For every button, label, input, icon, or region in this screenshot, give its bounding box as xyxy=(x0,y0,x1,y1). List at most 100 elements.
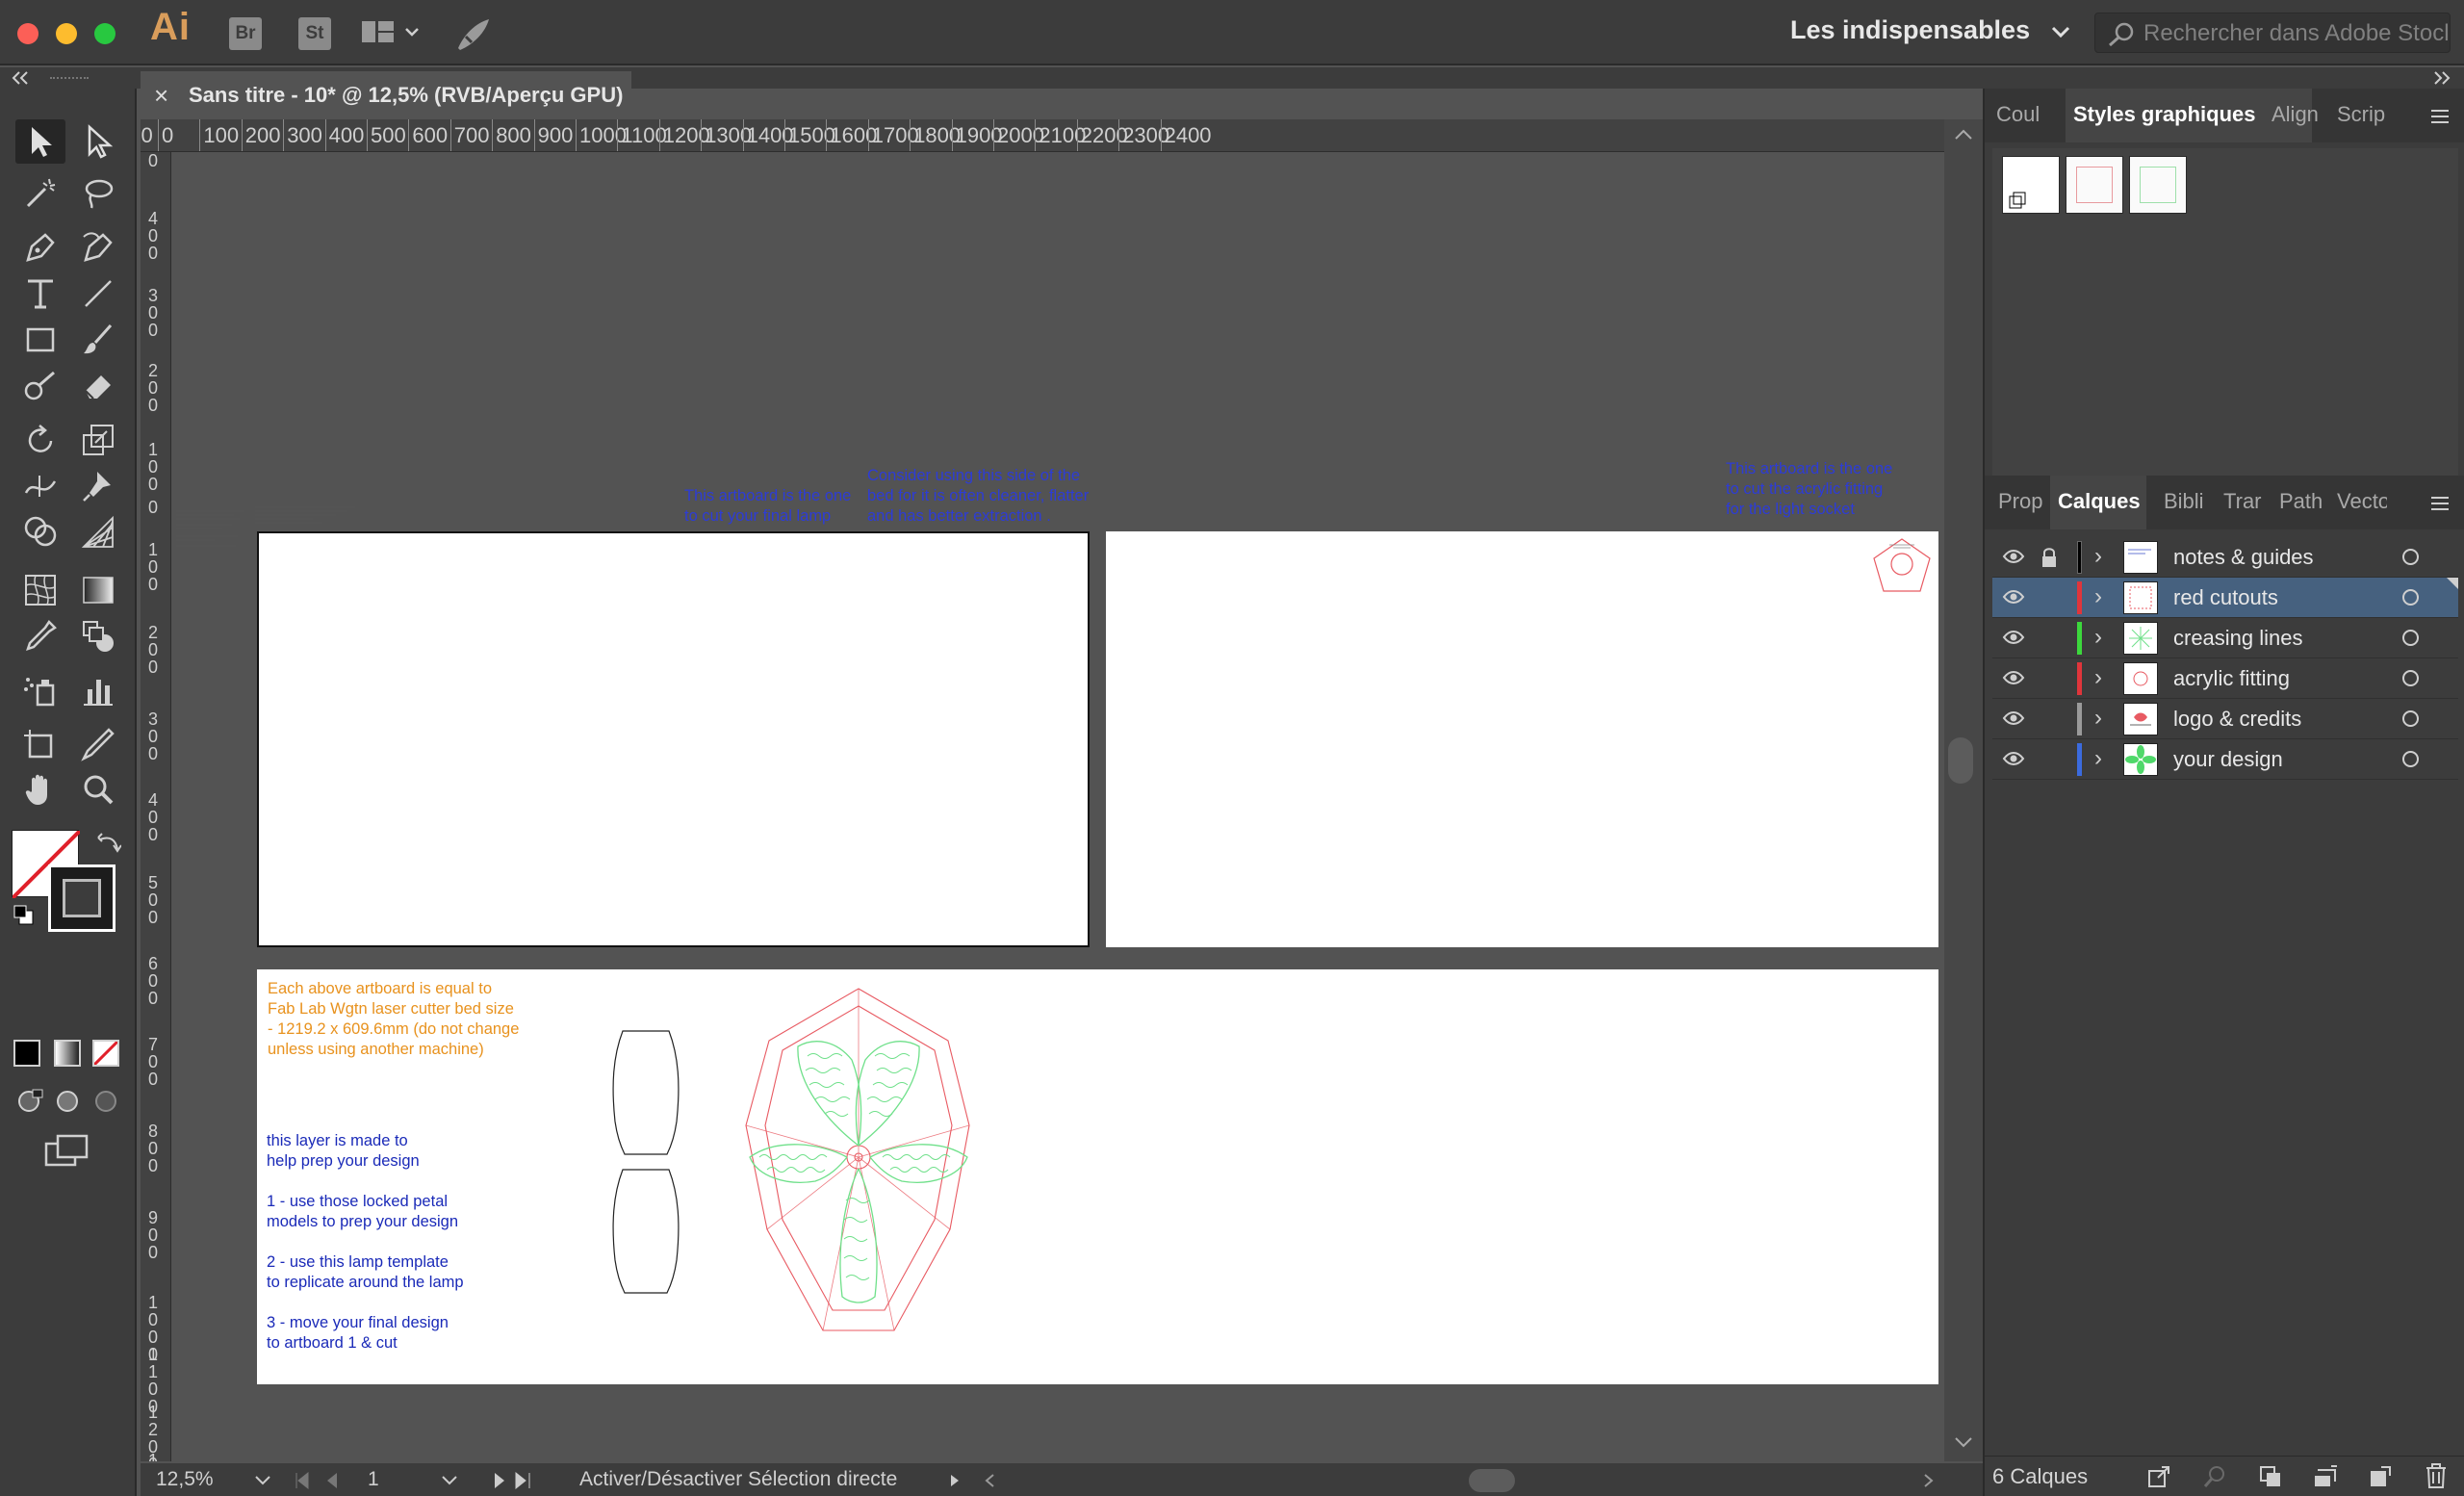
layer-row-logo-credits[interactable]: › logo & credits xyxy=(1992,699,2458,739)
scroll-thumb[interactable] xyxy=(1948,737,1973,784)
tab-calques[interactable]: Calques xyxy=(2058,489,2141,514)
layer-name[interactable]: creasing lines xyxy=(2173,626,2303,651)
hand-tool[interactable] xyxy=(15,768,65,812)
collapse-right-icon[interactable] xyxy=(2431,71,2451,85)
artboard-1[interactable] xyxy=(257,531,1090,947)
zoom-level[interactable]: 12,5% xyxy=(156,1468,214,1491)
symbol-sprayer-tool[interactable] xyxy=(15,668,65,712)
perspective-grid-tool[interactable] xyxy=(73,510,123,555)
zoom-tool[interactable] xyxy=(73,768,123,812)
scale-tool[interactable] xyxy=(73,418,123,462)
expand-chevron-icon[interactable]: › xyxy=(2094,624,2102,651)
layer-target-circle[interactable] xyxy=(2402,549,2419,565)
vertical-scrollbar[interactable] xyxy=(1944,119,1983,1461)
visibility-eye-icon[interactable] xyxy=(2002,547,2025,566)
slice-tool[interactable] xyxy=(73,722,123,766)
workspace-switcher[interactable]: Les indispensables xyxy=(1790,15,2070,45)
search-input[interactable] xyxy=(2143,19,2448,48)
next-last-artboard-icons[interactable] xyxy=(489,1471,537,1490)
rectangle-tool[interactable] xyxy=(15,318,65,362)
none-mode-button[interactable] xyxy=(92,1040,119,1067)
tab-vectorisation[interactable]: Vecto xyxy=(2337,489,2387,514)
horizontal-scroll-thumb[interactable] xyxy=(1469,1469,1515,1492)
eraser-tool[interactable] xyxy=(73,364,123,408)
expand-chevron-icon[interactable]: › xyxy=(2094,705,2102,732)
visibility-eye-icon[interactable] xyxy=(2002,749,2025,768)
zoom-dropdown-icon[interactable] xyxy=(254,1475,271,1486)
eyedropper-tool[interactable] xyxy=(15,614,65,658)
artboard-tool[interactable] xyxy=(15,722,65,766)
screen-mode-icon[interactable] xyxy=(44,1134,90,1169)
lock-icon[interactable] xyxy=(2040,547,2058,568)
tab-alignement[interactable]: Align xyxy=(2272,102,2319,127)
layer-row-creasing-lines[interactable]: › creasing lines xyxy=(1992,618,2458,658)
tab-scripts[interactable]: Scrip xyxy=(2337,102,2385,127)
width-tool[interactable] xyxy=(15,464,65,508)
horizontal-ruler[interactable]: 1000100200300400500600700800900100011001… xyxy=(141,119,1950,152)
stroke-swatch[interactable] xyxy=(48,864,116,932)
visibility-eye-icon[interactable] xyxy=(2002,628,2025,647)
visibility-eye-icon[interactable] xyxy=(2002,709,2025,728)
scroll-up-icon[interactable] xyxy=(1954,127,1973,141)
swap-fill-stroke-icon[interactable] xyxy=(96,832,121,857)
tab-bibliotheques[interactable]: Bibli xyxy=(2164,489,2208,514)
artboard-number[interactable]: 1 xyxy=(368,1468,379,1491)
shape-builder-tool[interactable] xyxy=(15,510,65,555)
arrange-documents-button[interactable] xyxy=(362,19,420,48)
vertical-ruler[interactable]: 0 400 300 200 100 0 100 200 300 400 500 600 700 800 90… xyxy=(141,152,171,1461)
drawing-modes[interactable] xyxy=(13,1086,121,1117)
expand-chevron-icon[interactable]: › xyxy=(2094,543,2102,570)
lasso-tool[interactable] xyxy=(73,171,123,216)
tab-pathfinder[interactable]: Path xyxy=(2279,489,2322,514)
layer-row-acrylic-fitting[interactable]: › acrylic fitting xyxy=(1992,658,2458,699)
expand-chevron-icon[interactable]: › xyxy=(2094,745,2102,772)
artboard-3[interactable]: Each above artboard is equal to Fab Lab … xyxy=(257,969,1938,1384)
minimize-window-button[interactable] xyxy=(56,23,77,44)
layers-menu-icon[interactable] xyxy=(2429,495,2451,512)
layer-target-circle[interactable] xyxy=(2402,751,2419,767)
rotate-tool[interactable] xyxy=(15,418,65,462)
visibility-eye-icon[interactable] xyxy=(2002,587,2025,606)
mesh-tool[interactable] xyxy=(15,568,65,612)
layer-name[interactable]: red cutouts xyxy=(2173,585,2278,610)
tab-couleur[interactable]: Coul xyxy=(1996,102,2064,127)
color-mode-button[interactable] xyxy=(13,1040,40,1067)
locate-object-icon[interactable] xyxy=(2202,1464,2227,1489)
panel-menu-icon[interactable] xyxy=(2429,108,2451,125)
layer-target-circle[interactable] xyxy=(2402,710,2419,727)
column-graph-tool[interactable] xyxy=(73,668,123,712)
layer-row-your-design[interactable]: › your design xyxy=(1992,739,2458,780)
style-swatch-default[interactable] xyxy=(2002,156,2060,214)
layer-row-red-cutouts[interactable]: › red cutouts xyxy=(1992,578,2458,618)
curvature-tool[interactable] xyxy=(73,225,123,270)
gradient-tool[interactable] xyxy=(73,568,123,612)
clipping-mask-icon[interactable] xyxy=(2258,1464,2283,1489)
layer-name[interactable]: acrylic fitting xyxy=(2173,666,2290,691)
style-swatch-red-outline[interactable] xyxy=(2066,156,2123,214)
magic-wand-tool[interactable] xyxy=(15,171,65,216)
tab-proprietes[interactable]: Prop xyxy=(1998,489,2046,514)
status-hint[interactable]: Activer/Désactiver Sélection directe xyxy=(579,1468,897,1491)
status-menu-arrow-icon[interactable] xyxy=(947,1473,962,1488)
puppet-warp-tool[interactable] xyxy=(73,464,123,508)
bridge-button[interactable]: Br xyxy=(229,17,262,50)
scroll-right-icon[interactable] xyxy=(1923,1473,1935,1488)
visibility-eye-icon[interactable] xyxy=(2002,668,2025,687)
export-to-assets-icon[interactable] xyxy=(2146,1464,2171,1489)
tab-transparence[interactable]: Trar xyxy=(2223,489,2266,514)
gpu-performance-button[interactable] xyxy=(454,15,493,52)
new-sublayer-icon[interactable] xyxy=(2312,1464,2339,1489)
scroll-left-icon[interactable] xyxy=(984,1473,995,1488)
stock-button[interactable]: St xyxy=(298,17,331,50)
artboard-dropdown-icon[interactable] xyxy=(441,1475,458,1486)
type-tool[interactable] xyxy=(15,271,65,316)
selection-tool[interactable] xyxy=(15,119,65,164)
style-swatch-green-outline[interactable] xyxy=(2129,156,2187,214)
layer-row-notes-guides[interactable]: › notes & guides xyxy=(1992,537,2458,578)
expand-chevron-icon[interactable]: › xyxy=(2094,583,2102,610)
expand-chevron-icon[interactable]: › xyxy=(2094,664,2102,691)
collapse-left-icon[interactable] xyxy=(12,71,31,85)
new-layer-icon[interactable] xyxy=(2368,1464,2393,1489)
layer-name[interactable]: logo & credits xyxy=(2173,707,2301,732)
scroll-down-icon[interactable] xyxy=(1954,1436,1973,1450)
